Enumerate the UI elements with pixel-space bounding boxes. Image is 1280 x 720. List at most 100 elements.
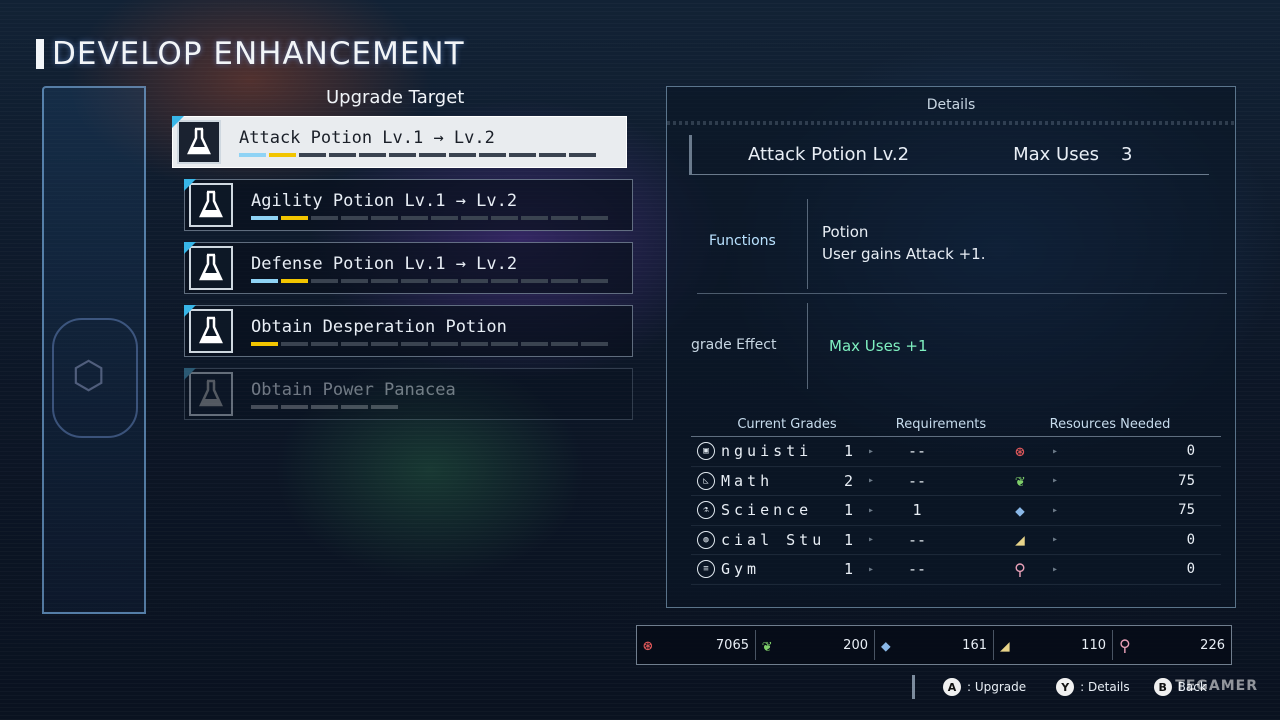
resource-slot: ◆ 161 <box>875 630 994 660</box>
progress-pip-empty <box>371 216 398 220</box>
upgrade-item-agility-potion[interactable]: Agility Potion Lv.1 → Lv.2 <box>184 179 633 231</box>
upgrade-item-power-panacea[interactable]: Obtain Power Panacea <box>184 368 633 420</box>
requirements-header: Requirements <box>895 417 987 432</box>
upgrade-item-defense-potion[interactable]: Defense Potion Lv.1 → Lv.2 <box>184 242 633 294</box>
resource-amount: 226 <box>1200 637 1225 653</box>
b-button-icon[interactable]: B <box>1153 678 1172 696</box>
item-name: Defense Potion Lv.1 → Lv.2 <box>251 254 518 274</box>
resource-needed-value: 0 <box>1186 531 1195 548</box>
progress-pips <box>239 153 626 157</box>
progress-pip-empty <box>341 342 368 346</box>
progress-pip-empty <box>479 153 506 157</box>
progress-pip-filled <box>251 279 278 283</box>
progress-pip-empty <box>431 216 458 220</box>
progress-pip-empty <box>371 405 398 409</box>
progress-pip-filled <box>269 153 296 157</box>
progress-pip-filled <box>251 342 278 346</box>
grade-requirement: -- <box>907 530 927 549</box>
grade-requirement: 1 <box>912 501 922 520</box>
progress-pip-empty <box>491 342 518 346</box>
current-grades-header: Current Grades <box>737 417 837 432</box>
resource-amount: 7065 <box>715 637 749 653</box>
grade-name: nguisti <box>721 442 813 461</box>
progress-pip-empty <box>281 342 308 346</box>
progress-pip-empty <box>581 216 608 220</box>
progress-pip-empty <box>371 279 398 283</box>
resource-bar: ⊛ 7065 ❦ 200 ◆ 161 ◢ 110 ⚲ 226 <box>636 625 1232 665</box>
a-button-icon[interactable]: A <box>943 678 961 696</box>
title-bar-decoration <box>36 39 44 69</box>
details-hint: : Details <box>1080 680 1130 694</box>
progress-pip-empty <box>539 153 566 157</box>
functions-label: Functions <box>709 233 776 249</box>
grade-name: cial Stu <box>721 530 826 549</box>
resource-slot: ⊛ 7065 <box>637 630 756 660</box>
item-corner-marker <box>184 368 196 380</box>
item-corner-marker <box>172 116 184 128</box>
y-button-icon[interactable]: Y <box>1056 678 1075 696</box>
progress-pip-empty <box>431 279 458 283</box>
grade-row: ◺ Math 2 ▸ -- ❦ ▸ 75 <box>691 467 1221 496</box>
progress-pip-empty <box>569 153 596 157</box>
upgrade-target-header: Upgrade Target <box>326 87 465 108</box>
resource-needed-value: 0 <box>1186 443 1195 460</box>
function-description: User gains Attack +1. <box>822 245 986 263</box>
progress-pips <box>251 216 632 220</box>
details-divider <box>667 121 1235 125</box>
progress-pip-empty <box>461 216 488 220</box>
progress-pip-empty <box>281 405 308 409</box>
upgrade-effect-value: Max Uses +1 <box>829 337 928 355</box>
meat-resource-icon: ⚲ <box>1014 559 1026 579</box>
grade-name: Science <box>721 501 813 520</box>
item-corner-marker <box>184 242 196 254</box>
details-header: Attack Potion Lv.2 Max Uses 3 <box>689 135 1209 175</box>
leaf-resource-icon: ❦ <box>1015 471 1025 491</box>
progress-pip-empty <box>359 153 386 157</box>
progress-pip-empty <box>521 279 548 283</box>
upgrade-item-desperation-potion[interactable]: Obtain Desperation Potion <box>184 305 633 357</box>
progress-pip-filled <box>281 216 308 220</box>
grade-name: Math <box>721 471 774 490</box>
progress-pip-empty <box>491 216 518 220</box>
grade-row: ▣ nguisti 1 ▸ -- ⊛ ▸ 0 <box>691 437 1221 467</box>
max-uses-label: Max Uses <box>1013 144 1100 165</box>
grade-name: Gym <box>721 560 761 579</box>
progress-pip-empty <box>341 216 368 220</box>
item-name: Attack Potion Lv.1 → Lv.2 <box>239 128 495 148</box>
progress-pip-empty <box>581 342 608 346</box>
progress-pip-empty <box>431 342 458 346</box>
science-icon: ⚗ <box>697 501 715 520</box>
progress-pip-empty <box>299 153 326 157</box>
progress-pip-empty <box>509 153 536 157</box>
watermark: TEGAMER <box>1175 678 1258 694</box>
arrow-icon: ▸ <box>867 475 875 487</box>
function-type: Potion <box>822 223 869 241</box>
resource-amount: 110 <box>1081 637 1106 653</box>
grade-value: 1 <box>843 560 853 579</box>
crystal-resource-icon: ◆ <box>1015 500 1025 520</box>
section-divider <box>697 293 1227 294</box>
upgrade-item-attack-potion[interactable]: Attack Potion Lv.1 → Lv.2 <box>172 116 627 168</box>
resource-needed-value: 0 <box>1186 561 1195 578</box>
progress-pip-filled <box>251 216 278 220</box>
progress-pip-empty <box>371 342 398 346</box>
grade-value: 2 <box>843 471 853 490</box>
math-icon: ◺ <box>697 471 715 490</box>
language-icon: ▣ <box>697 442 715 461</box>
upgrade-list: Attack Potion Lv.1 → Lv.2 Agility Potion… <box>172 116 637 431</box>
crystal-resource-icon: ◆ <box>881 635 891 655</box>
grades-table: Current Grades Requirements Resources Ne… <box>691 413 1221 585</box>
grade-requirement: -- <box>907 471 927 490</box>
progress-pip-empty <box>491 279 518 283</box>
arrow-icon: ▸ <box>867 504 875 516</box>
progress-pip-empty <box>521 216 548 220</box>
resource-amount: 161 <box>962 637 987 653</box>
arrow-icon: ▸ <box>867 445 875 457</box>
details-panel: Details Attack Potion Lv.2 Max Uses 3 Fu… <box>666 86 1236 608</box>
resource-slot: ❦ 200 <box>756 630 875 660</box>
progress-pip-filled <box>239 153 266 157</box>
progress-pip-empty <box>401 342 428 346</box>
progress-pip-empty <box>401 216 428 220</box>
grade-row: ◍ cial Stu 1 ▸ -- ◢ ▸ 0 <box>691 526 1221 555</box>
progress-pip-empty <box>551 342 578 346</box>
